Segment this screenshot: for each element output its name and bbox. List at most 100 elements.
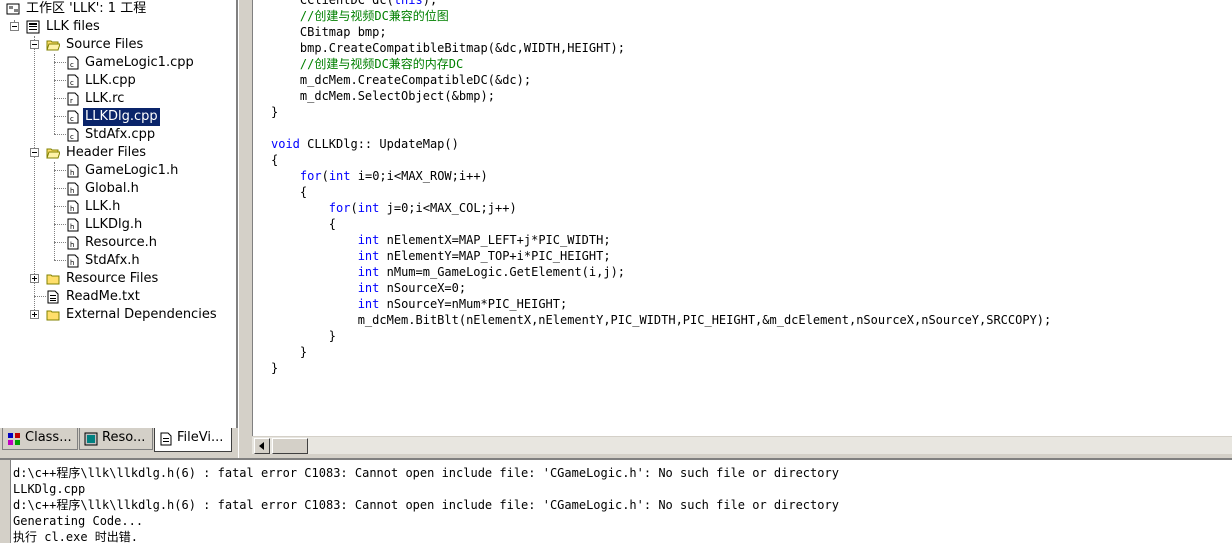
code-line-17: int nElementY=MAP_TOP+i*PIC_HEIGHT; [357, 249, 611, 263]
code-line-18: int nMum=m_GameLogic.GetElement(i,j); [357, 265, 626, 279]
cpp-file-icon: c [67, 128, 79, 142]
code-line-23: } [271, 345, 308, 359]
file-label: Resource.h [85, 235, 157, 250]
code-line-13: { [271, 185, 308, 199]
header-file-icon: h [67, 200, 79, 214]
tree-file-llk-h[interactable]: h LLK.h [0, 198, 236, 216]
output-line: LLKDlg.cpp [13, 482, 86, 496]
svg-text:h: h [70, 223, 74, 231]
scroll-left-arrow-icon[interactable] [254, 438, 270, 454]
code-line-24: } [271, 361, 279, 375]
workspace-panel: 工作区 'LLK': 1 工程 LLK files Source Files c… [0, 0, 238, 428]
svg-text:h: h [70, 169, 74, 177]
code-line-5: //创建与视频DC兼容的内存DC [271, 57, 464, 71]
svg-text:c: c [70, 79, 74, 87]
tree-file-stdafx-h[interactable]: h StdAfx.h [0, 252, 236, 270]
workspace-title: 工作区 'LLK': 1 工程 [26, 1, 147, 16]
file-label: Global.h [85, 181, 139, 196]
folder-closed-icon [46, 310, 60, 321]
svg-text:c: c [70, 115, 74, 123]
tab-label: FileVi... [177, 430, 224, 445]
tree-file-llkdlg-cpp[interactable]: c LLKDlg.cpp [0, 108, 236, 126]
build-output-panel[interactable]: d:\c++程序\llk\llkdlg.h(6) : fatal error C… [0, 458, 1232, 543]
code-line-4: bmp.CreateCompatibleBitmap(&dc,WIDTH,HEI… [271, 41, 626, 55]
collapse-icon[interactable] [10, 22, 19, 31]
output-line: d:\c++程序\llk\llkdlg.h(6) : fatal error C… [13, 466, 839, 480]
tree-file-llkdlg-h[interactable]: h LLKDlg.h [0, 216, 236, 234]
file-label: LLK.h [85, 199, 121, 214]
tree-file-stdafx-cpp[interactable]: c StdAfx.cpp [0, 126, 236, 144]
code-line-15: { [271, 217, 337, 231]
header-file-icon: h [67, 236, 79, 250]
tab-class-view[interactable]: Class... [2, 428, 78, 450]
code-line-8: } [271, 105, 279, 119]
collapse-icon[interactable] [30, 40, 39, 49]
code-line-1: CClientDC dc(this); [271, 0, 438, 7]
file-label: StdAfx.cpp [85, 127, 156, 142]
file-view-icon [160, 432, 172, 446]
svg-text:h: h [70, 259, 74, 267]
folder-label: External Dependencies [66, 307, 217, 322]
code-line-3: CBitmap bmp; [271, 25, 387, 39]
cpp-file-icon: c [67, 110, 79, 124]
output-line: d:\c++程序\llk\llkdlg.h(6) : fatal error C… [13, 498, 839, 512]
code-line-22: } [271, 329, 337, 343]
tree-file-global-h[interactable]: h Global.h [0, 180, 236, 198]
workspace-tab-bar: Class... Reso... FileVi... [0, 428, 248, 452]
code-line-16: int nElementX=MAP_LEFT+j*PIC_WIDTH; [357, 233, 611, 247]
output-gutter [0, 460, 11, 543]
expand-icon[interactable] [30, 310, 39, 319]
tree-project-llk[interactable]: LLK files [0, 18, 236, 36]
workspace-icon [6, 3, 20, 15]
header-file-icon: h [67, 218, 79, 232]
tree-file-readme-txt[interactable]: ReadMe.txt [0, 288, 236, 306]
tree-folder-source-files[interactable]: Source Files [0, 36, 236, 54]
collapse-icon[interactable] [30, 148, 39, 157]
tree-folder-resource-files[interactable]: Resource Files [0, 270, 236, 288]
tree-file-llk-rc[interactable]: r LLK.rc [0, 90, 236, 108]
file-label: GameLogic1.h [85, 163, 179, 178]
tree-file-gamelogic1-cpp[interactable]: c GameLogic1.cpp [0, 54, 236, 72]
tree-file-resource-h[interactable]: h Resource.h [0, 234, 236, 252]
cpp-file-icon: c [67, 74, 79, 88]
code-line-6: m_dcMem.CreateCompatibleDC(&dc); [271, 73, 532, 87]
tree-folder-external-dependencies[interactable]: External Dependencies [0, 306, 236, 324]
resource-view-icon [84, 432, 98, 446]
project-label: LLK files [46, 19, 100, 34]
rc-file-icon: r [67, 92, 79, 106]
tab-resource-view[interactable]: Reso... [79, 428, 153, 450]
folder-open-icon [46, 148, 60, 159]
file-label: LLK.cpp [85, 73, 136, 88]
code-line-21: m_dcMem.BitBlt(nElementX,nElementY,PIC_W… [271, 313, 1052, 327]
svg-text:h: h [70, 205, 74, 213]
editor-gutter [253, 0, 269, 436]
file-label: LLKDlg.h [85, 217, 143, 232]
tab-file-view[interactable]: FileVi... [154, 428, 232, 452]
header-file-icon: h [67, 254, 79, 268]
tree-folder-header-files[interactable]: Header Files [0, 144, 236, 162]
panel-splitter[interactable] [238, 0, 252, 458]
svg-text:c: c [70, 61, 74, 69]
file-label: GameLogic1.cpp [85, 55, 194, 70]
editor-horizontal-scrollbar[interactable] [252, 436, 1232, 454]
class-view-icon [8, 433, 20, 445]
code-line-20: int nSourceY=nMum*PIC_HEIGHT; [357, 297, 568, 311]
code-line-11: { [271, 153, 279, 167]
project-icon [26, 20, 40, 34]
code-line-14: for(int j=0;i<MAX_COL;j++) [328, 201, 517, 215]
tree-workspace-root[interactable]: 工作区 'LLK': 1 工程 [0, 0, 236, 18]
tree-file-gamelogic1-h[interactable]: h GameLogic1.h [0, 162, 236, 180]
tab-label: Class... [25, 430, 72, 445]
svg-text:c: c [70, 133, 74, 141]
svg-text:h: h [70, 241, 74, 249]
text-file-icon [47, 290, 59, 304]
file-label: ReadMe.txt [66, 289, 140, 304]
code-editor[interactable]: CClientDC dc(this); //创建与视频DC兼容的位图 CBitm… [252, 0, 1232, 436]
code-line-12: for(int i=0;i<MAX_ROW;i++) [299, 169, 488, 183]
scrollbar-thumb[interactable] [272, 438, 308, 454]
cpp-file-icon: c [67, 56, 79, 70]
svg-text:r: r [70, 97, 73, 105]
code-line-10: void CLLKDlg:: UpdateMap() [271, 137, 459, 151]
expand-icon[interactable] [30, 274, 39, 283]
tree-file-llk-cpp[interactable]: c LLK.cpp [0, 72, 236, 90]
